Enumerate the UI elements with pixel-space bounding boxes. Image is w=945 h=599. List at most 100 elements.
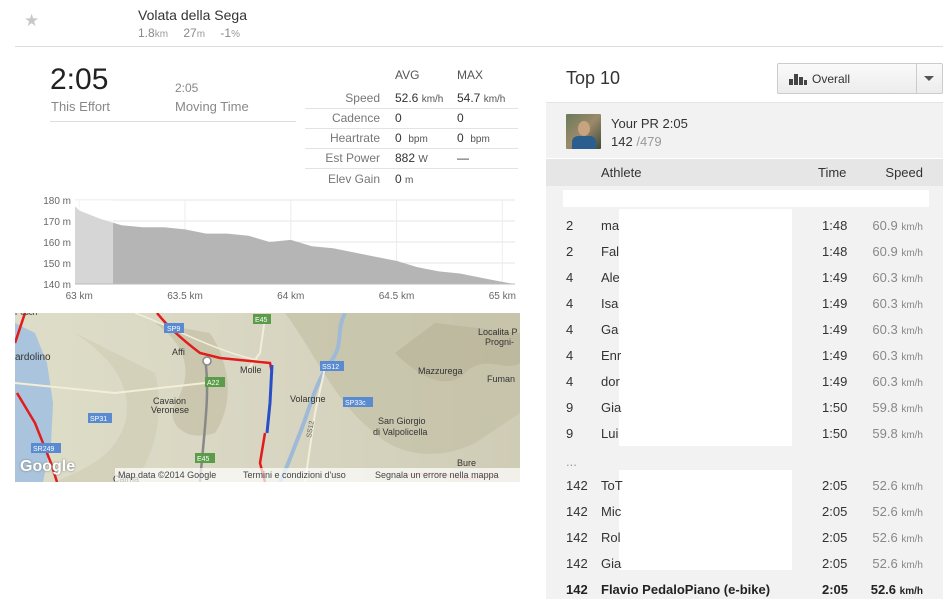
table-row[interactable]: 142 Gia 2:05 52.6 km/h [546, 549, 943, 575]
svg-text:Mazzurega: Mazzurega [418, 366, 463, 376]
rank: 4 [566, 322, 574, 337]
table-row[interactable]: 142 ToT 2:05 52.6 km/h [546, 471, 943, 497]
athlete-name[interactable]: ToT [601, 478, 623, 493]
svg-text:SR249: SR249 [33, 446, 55, 453]
segment-distance: 1.8 [138, 26, 155, 40]
rank: 142 [566, 556, 588, 571]
athlete-name[interactable]: dor [601, 374, 620, 389]
table-row[interactable]: 2 ma 1:48 60.9 km/h [546, 211, 943, 237]
time: 2:05 [822, 530, 848, 545]
stat-avg: 0 m [395, 172, 414, 186]
rank: 2 [566, 218, 574, 233]
athlete-name[interactable]: Rol [601, 530, 621, 545]
speed: 60.3 km/h [872, 348, 923, 363]
speed: 60.3 km/h [872, 322, 923, 337]
y-tick-label: 180 m [43, 196, 71, 207]
time: 2:05 [822, 478, 848, 493]
stat-label: Heartrate [329, 131, 380, 145]
svg-text:E45: E45 [197, 456, 210, 463]
athlete-name[interactable]: Mic [601, 504, 621, 519]
map-report-link[interactable]: Segnala un errore nella mappa [375, 470, 499, 480]
elevation-area [75, 206, 515, 284]
star-icon[interactable]: ★ [24, 11, 39, 31]
pr-label: Your PR 2:05 [611, 116, 688, 131]
speed: 52.6 km/h [872, 478, 923, 493]
chevron-down-icon[interactable] [924, 76, 934, 81]
col-athlete[interactable]: Athlete [601, 165, 641, 180]
athlete-name[interactable]: Isa [601, 296, 618, 311]
athlete-name[interactable]: ma [601, 218, 619, 233]
redacted-area [563, 190, 929, 207]
x-tick-label: 64 km [277, 291, 304, 302]
stat-avg: 0 bpm [395, 131, 428, 145]
athlete-name[interactable]: Enr [601, 348, 621, 363]
moving-time-label: Moving Time [175, 99, 249, 114]
elevation-highlight [75, 200, 114, 284]
athlete-name[interactable]: Lui [601, 426, 618, 441]
stat-divider [305, 168, 518, 169]
speed: 60.9 km/h [872, 244, 923, 259]
col-time[interactable]: Time [818, 165, 846, 180]
stat-label: Speed [345, 91, 380, 105]
time: 1:49 [822, 322, 848, 337]
svg-text:Fuman: Fuman [487, 374, 515, 384]
athlete-name[interactable]: Ga [601, 322, 618, 337]
col-speed[interactable]: Speed [885, 165, 923, 180]
rank: 4 [566, 296, 574, 311]
segment-elev-unit: m [196, 29, 206, 40]
table-row[interactable]: 4 Ga 1:49 60.3 km/h [546, 315, 943, 341]
leaderboard-filter-dropdown[interactable]: Overall [777, 63, 943, 94]
stat-label: Elev Gain [327, 172, 380, 186]
time: 1:49 [822, 348, 848, 363]
time: 1:50 [822, 400, 848, 415]
stat-max: — [457, 151, 469, 165]
stat-row-cadence: Cadence 0 0 [305, 109, 518, 129]
svg-text:Volargne: Volargne [290, 394, 326, 404]
table-row[interactable]: 9 Gia 1:50 59.8 km/h [546, 393, 943, 419]
time: 1:49 [822, 374, 848, 389]
rank: 142 [566, 582, 588, 597]
pr-rank: 142 /479 [611, 134, 662, 149]
athlete-name[interactable]: Ale [601, 270, 620, 285]
y-tick-label: 140 m [43, 280, 71, 291]
dropdown-separator [916, 64, 917, 93]
table-row[interactable]: 4 Ale 1:49 60.3 km/h [546, 263, 943, 289]
speed: 60.3 km/h [872, 374, 923, 389]
stat-row-power: Est Power 882 W — [305, 149, 518, 169]
map-terms-link[interactable]: Termini e condizioni d'uso [243, 470, 346, 480]
table-row[interactable]: 142 Rol 2:05 52.6 km/h [546, 523, 943, 549]
table-row[interactable]: 4 Isa 1:49 60.3 km/h [546, 289, 943, 315]
table-row[interactable]: 2 Fal 1:48 60.9 km/h [546, 237, 943, 263]
avatar[interactable] [566, 114, 601, 149]
google-logo: Google [20, 458, 76, 475]
table-row[interactable]: 4 dor 1:49 60.3 km/h [546, 367, 943, 393]
speed: 59.8 km/h [872, 426, 923, 441]
elevation-chart[interactable]: 180 m 170 m 160 m 150 m 140 m63 km 63.5 km 64 … [15, 190, 520, 308]
header-divider [15, 46, 943, 47]
speed: 59.8 km/h [872, 400, 923, 415]
stat-label: Est Power [325, 151, 380, 165]
svg-text:E45: E45 [255, 317, 268, 324]
table-row[interactable]: 4 Enr 1:49 60.3 km/h [546, 341, 943, 367]
table-row[interactable]: 9 Lui 1:50 59.8 km/h [546, 419, 943, 445]
map-canvas[interactable]: SP9 E45 A22 SS12 SP33c SP31 E45 SR249 SS… [15, 313, 520, 482]
table-row[interactable]: 142 Mic 2:05 52.6 km/h [546, 497, 943, 523]
svg-text:Affi: Affi [172, 347, 185, 357]
rank: 4 [566, 374, 574, 389]
stat-row-elev-gain: Elev Gain 0 m [305, 170, 518, 190]
time: 1:50 [822, 426, 848, 441]
athlete-name[interactable]: Flavio PedaloPiano (e-bike) [601, 582, 770, 597]
athlete-name[interactable]: Gia [601, 400, 621, 415]
my-leaderboard-row[interactable]: 142 Flavio PedaloPiano (e-bike) 2:05 52.… [546, 575, 943, 599]
top10-title: Top 10 [566, 68, 621, 88]
athlete-name[interactable]: Gia [601, 556, 621, 571]
effort-time: 2:05 [50, 63, 109, 96]
map-attribution: Map data ©2014 Google Termini e condizio… [115, 468, 520, 482]
avg-header: AVG [395, 68, 420, 82]
svg-text:ardolino: ardolino [15, 352, 51, 363]
athlete-name[interactable]: Fal [601, 244, 619, 259]
route-map[interactable]: SP9 E45 A22 SS12 SP33c SP31 E45 SR249 SS… [15, 313, 520, 482]
svg-text:Molle: Molle [240, 365, 262, 375]
segment-distance-unit: km [154, 29, 169, 40]
time: 2:05 [822, 556, 848, 571]
